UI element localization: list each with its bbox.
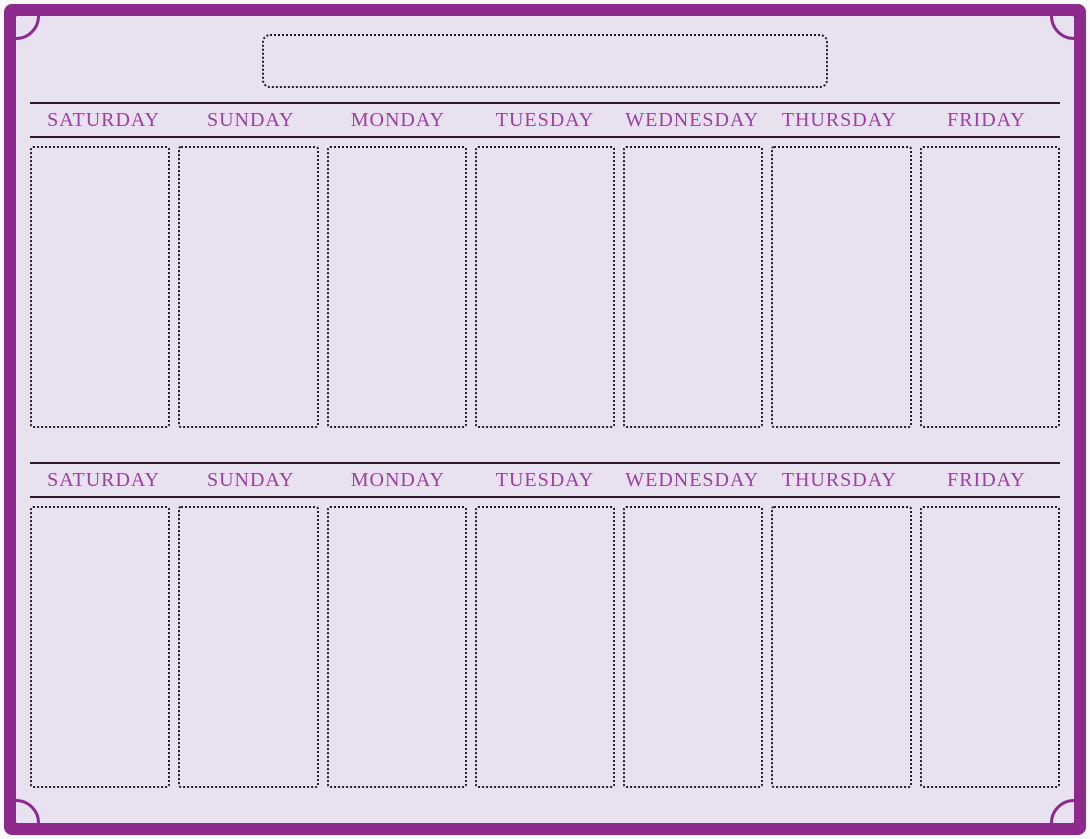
day-header: SUNDAY — [177, 469, 324, 492]
corner-notch-icon — [1050, 799, 1074, 823]
day-box[interactable] — [475, 146, 615, 428]
day-header: MONDAY — [324, 469, 471, 492]
day-box[interactable] — [30, 506, 170, 788]
planner-frame: SATURDAY SUNDAY MONDAY TUESDAY WEDNESDAY… — [4, 4, 1086, 835]
week-header-row: SATURDAY SUNDAY MONDAY TUESDAY WEDNESDAY… — [30, 102, 1060, 138]
day-header: TUESDAY — [471, 109, 618, 132]
day-header: WEDNESDAY — [619, 469, 766, 492]
day-box[interactable] — [623, 146, 763, 428]
week-header-row: SATURDAY SUNDAY MONDAY TUESDAY WEDNESDAY… — [30, 462, 1060, 498]
day-header: FRIDAY — [913, 469, 1060, 492]
day-box[interactable] — [623, 506, 763, 788]
week-day-row — [30, 146, 1060, 428]
day-box[interactable] — [327, 506, 467, 788]
day-box[interactable] — [920, 146, 1060, 428]
day-box[interactable] — [771, 146, 911, 428]
day-box[interactable] — [178, 146, 318, 428]
week-day-row — [30, 506, 1060, 788]
day-header: SUNDAY — [177, 109, 324, 132]
day-box[interactable] — [30, 146, 170, 428]
day-box[interactable] — [475, 506, 615, 788]
day-header: THURSDAY — [766, 109, 913, 132]
title-row — [30, 34, 1060, 88]
day-box[interactable] — [178, 506, 318, 788]
day-header: THURSDAY — [766, 469, 913, 492]
day-header: FRIDAY — [913, 109, 1060, 132]
day-header: SATURDAY — [30, 469, 177, 492]
day-header: MONDAY — [324, 109, 471, 132]
day-box[interactable] — [920, 506, 1060, 788]
day-header: TUESDAY — [471, 469, 618, 492]
day-box[interactable] — [771, 506, 911, 788]
week-block: SATURDAY SUNDAY MONDAY TUESDAY WEDNESDAY… — [30, 102, 1060, 428]
corner-notch-icon — [16, 799, 40, 823]
day-header: WEDNESDAY — [619, 109, 766, 132]
planner-panel: SATURDAY SUNDAY MONDAY TUESDAY WEDNESDAY… — [16, 16, 1074, 823]
title-input[interactable] — [262, 34, 828, 88]
day-header: SATURDAY — [30, 109, 177, 132]
week-block: SATURDAY SUNDAY MONDAY TUESDAY WEDNESDAY… — [30, 462, 1060, 788]
day-box[interactable] — [327, 146, 467, 428]
